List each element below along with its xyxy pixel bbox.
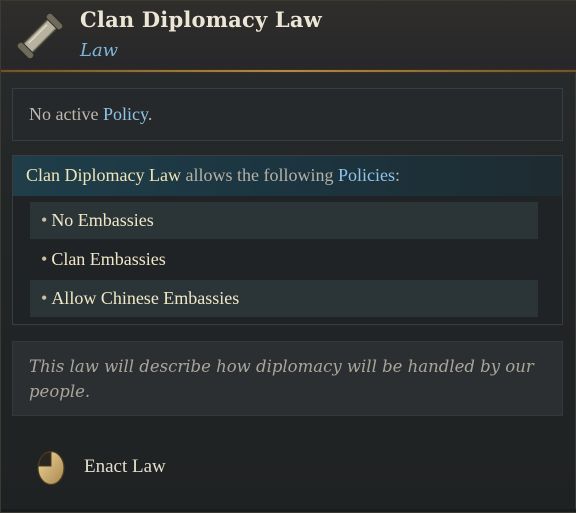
tooltip-bottom-edge [1, 509, 576, 512]
law-description-panel: This law will describe how diplomacy wil… [12, 341, 563, 416]
allowed-policies-text: Clan Diplomacy Law allows the following … [26, 165, 400, 186]
active-policy-text: No active Policy. [29, 104, 152, 125]
bullet: • [41, 249, 48, 269]
header-divider [1, 69, 576, 73]
policy-item-clan-embassies[interactable]: • Clan Embassies [30, 241, 538, 278]
bullet: • [41, 210, 48, 230]
allows-text: allows the following [180, 165, 338, 185]
scroll-icon [16, 12, 64, 60]
allowed-policies-panel: Clan Diplomacy Law allows the following … [12, 155, 563, 325]
policies-suffix: : [394, 165, 400, 185]
enact-law-action[interactable]: Enact Law [84, 456, 166, 478]
mouse-left-click-icon [37, 450, 65, 486]
law-description: This law will describe how diplomacy wil… [29, 357, 534, 401]
active-policy-prefix: No active [29, 104, 103, 124]
active-policy-panel: No active Policy. [12, 88, 563, 141]
policy-label: No Embassies [51, 210, 154, 230]
allowed-policies-header: Clan Diplomacy Law allows the following … [13, 156, 562, 196]
law-title: Clan Diplomacy Law [80, 7, 322, 32]
active-policy-suffix: . [147, 104, 153, 124]
policy-keyword: Policy [102, 104, 148, 124]
policies-keyword: Policies [337, 165, 395, 185]
policy-item-allow-chinese-embassies[interactable]: • Allow Chinese Embassies [30, 280, 538, 317]
policy-item-no-embassies[interactable]: • No Embassies [30, 202, 538, 239]
law-tooltip: Clan Diplomacy Law Law No active Policy.… [0, 0, 576, 513]
law-name-ref: Clan Diplomacy Law [26, 165, 181, 185]
tooltip-header: Clan Diplomacy Law Law [1, 1, 576, 73]
bullet: • [41, 288, 48, 308]
policy-label: Allow Chinese Embassies [51, 288, 240, 308]
policy-label: Clan Embassies [51, 249, 166, 269]
law-type-subtitle: Law [80, 40, 119, 61]
